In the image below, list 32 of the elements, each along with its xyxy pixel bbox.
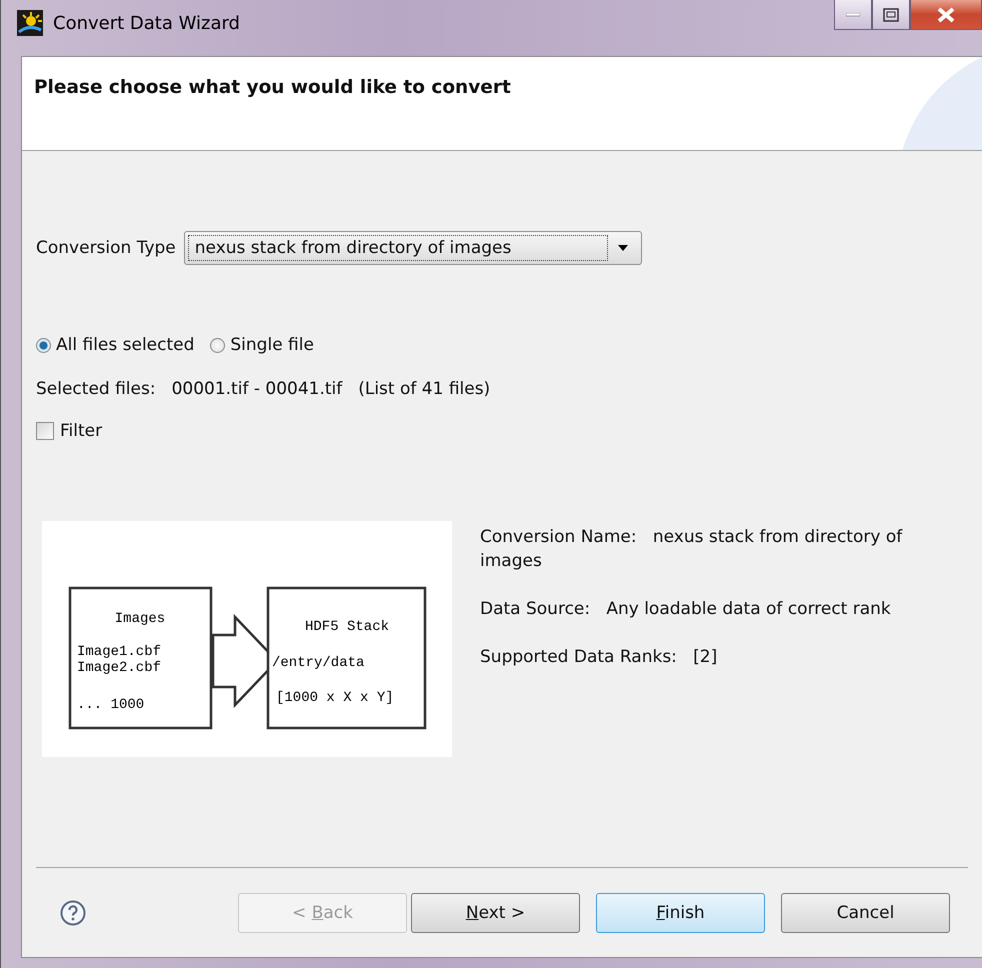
close-icon — [937, 6, 955, 22]
file-mode-radio[interactable]: Single file — [210, 335, 314, 355]
wizard-button[interactable]: Next > — [411, 892, 580, 932]
help-icon[interactable] — [60, 900, 86, 926]
diagram-text: [1000 x X x Y] — [276, 690, 394, 706]
diagram-text: Image1.cbf — [77, 644, 162, 660]
maximize-button[interactable] — [872, 0, 910, 30]
filter-label: Filter — [60, 421, 102, 441]
info-text: Data Source: Any loadable data of correct rank — [480, 598, 892, 621]
diagram-text: HDF5 Stack — [305, 619, 389, 635]
diagram-text: Image2.cbf — [77, 660, 162, 676]
file-mode-radio[interactable]: All files selected — [36, 335, 194, 355]
selected-files-count: (List of 41 files) — [358, 379, 490, 399]
diagram-text: Images — [114, 611, 166, 627]
maximize-icon — [883, 8, 899, 22]
diagram-text: ... 1000 — [77, 697, 144, 713]
page-title: Please choose what you would like to convert — [34, 77, 512, 98]
diagram-text: /entry/data — [272, 655, 364, 671]
minimize-icon — [846, 12, 860, 16]
info-text: Supported Data Ranks: [2] — [480, 646, 718, 669]
info-text: Conversion Name: nexus stack from directory of images — [480, 526, 904, 573]
close-button[interactable] — [910, 0, 982, 30]
filter-checkbox[interactable] — [36, 422, 54, 440]
minimize-button[interactable] — [834, 0, 872, 30]
conversion-type-label: Conversion Type — [36, 238, 176, 258]
app-logo-icon — [17, 10, 43, 36]
wizard-button[interactable]: Cancel — [781, 892, 950, 932]
conversion-type-dropdown[interactable]: nexus stack from directory of images — [184, 231, 642, 265]
selected-files-label: Selected files: — [36, 379, 156, 399]
selected-files-range: 00001.tif - 00041.tif — [172, 379, 342, 399]
wizard-button[interactable]: Finish — [596, 892, 765, 932]
window-title: Convert Data Wizard — [53, 13, 240, 34]
